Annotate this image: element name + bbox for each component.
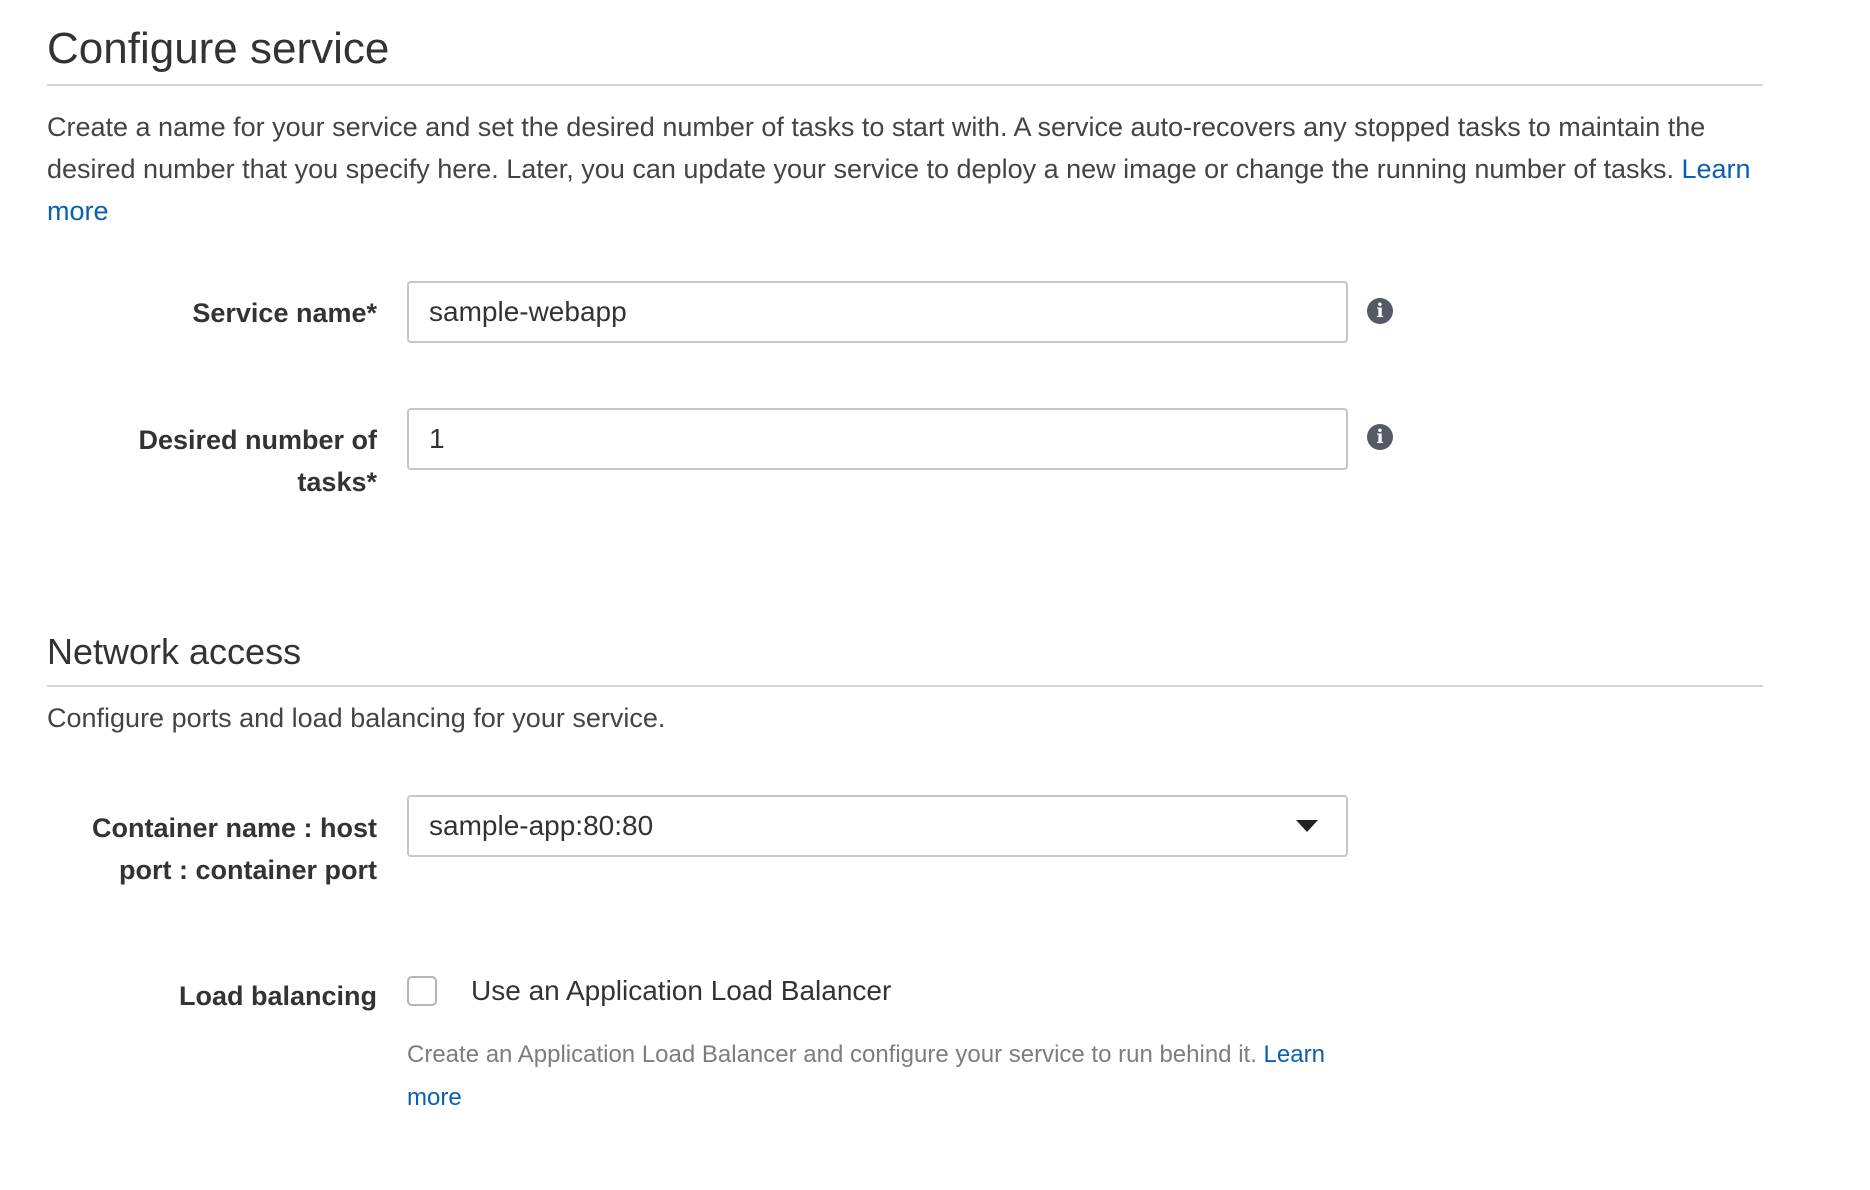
desired-tasks-label: Desired number of tasks* (138, 425, 377, 497)
description-text: Create a name for your service and set t… (47, 112, 1706, 184)
service-name-input[interactable] (407, 281, 1348, 343)
chevron-down-icon (1296, 820, 1318, 832)
load-balancer-help-text: Create an Application Load Balancer and … (407, 1033, 1367, 1119)
load-balancer-checkbox[interactable] (407, 976, 437, 1006)
info-icon[interactable]: i (1367, 298, 1393, 324)
container-port-select[interactable]: sample-app:80:80 (407, 795, 1348, 857)
network-access-title: Network access (47, 631, 302, 672)
configure-service-description: Create a name for your service and set t… (47, 106, 1757, 232)
load-balancing-label: Load balancing (178, 981, 377, 1011)
container-port-value: sample-app:80:80 (429, 810, 654, 841)
service-name-label: Service name* (192, 298, 377, 328)
info-icon[interactable]: i (1367, 424, 1393, 450)
help-text: Create an Application Load Balancer and … (407, 1041, 1257, 1068)
section-divider (47, 84, 1763, 86)
container-port-label: Container name : host port : container p… (91, 813, 377, 885)
desired-tasks-input[interactable] (407, 408, 1348, 470)
load-balancer-checkbox-label[interactable]: Use an Application Load Balancer (471, 973, 891, 1009)
network-access-description: Configure ports and load balancing for y… (47, 703, 666, 733)
section-divider (47, 685, 1763, 687)
configure-service-title: Configure service (47, 24, 390, 73)
